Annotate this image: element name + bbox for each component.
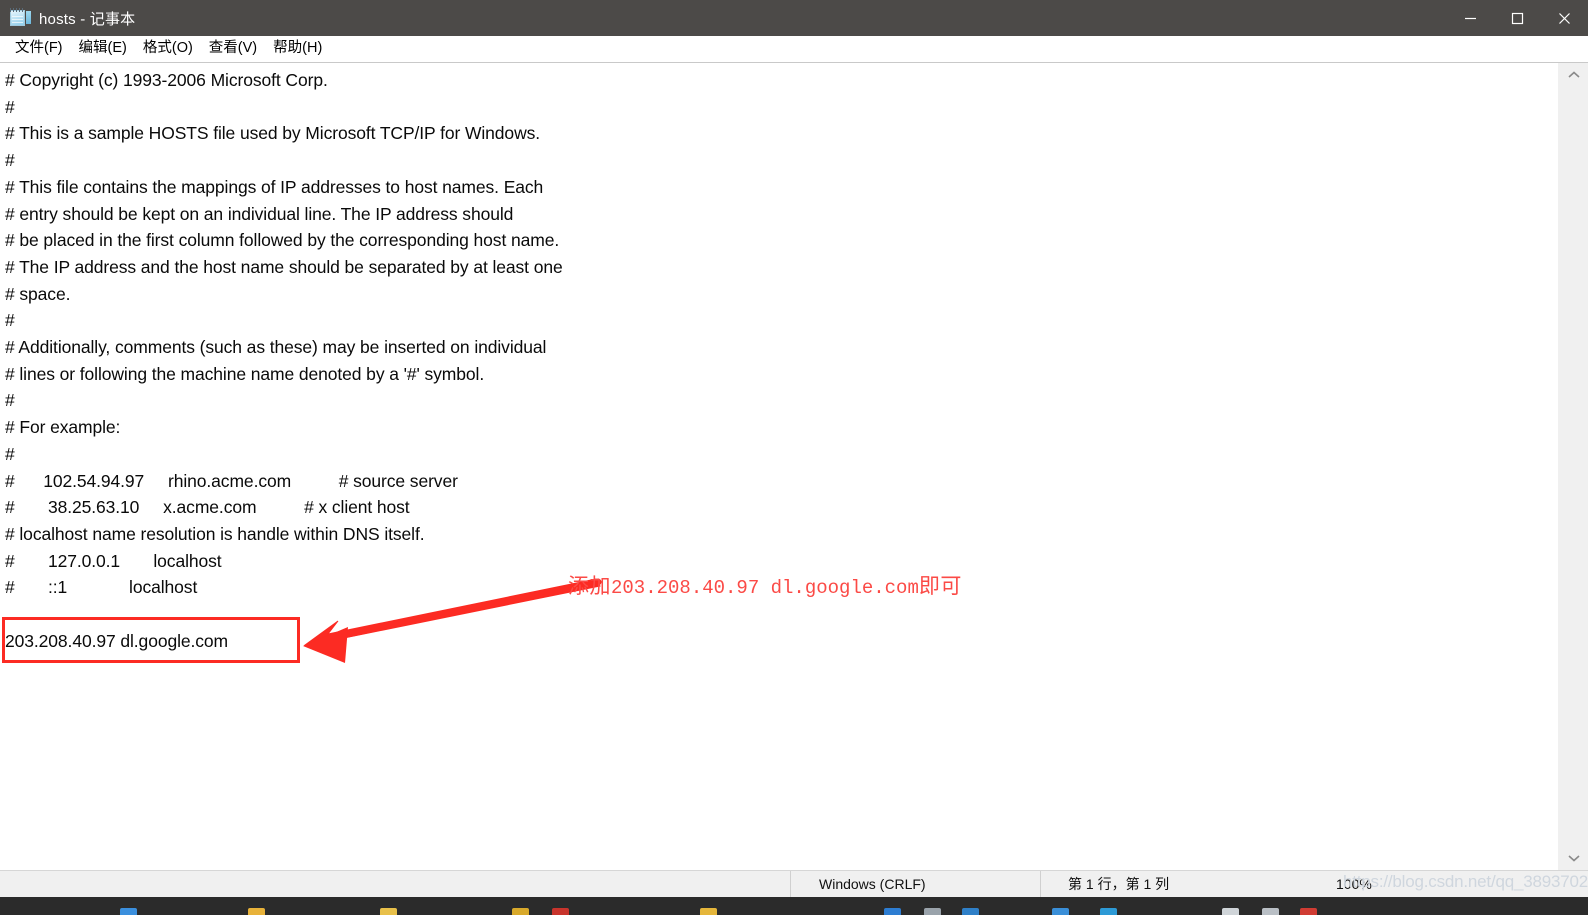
text-line: # be placed in the first column followed… <box>5 230 560 251</box>
text-line: # <box>5 96 15 117</box>
text-line: # localhost name resolution is handle wi… <box>5 523 425 544</box>
text-line: # <box>5 390 15 411</box>
text-line: # 102.54.94.97 rhino.acme.com # source s… <box>5 470 458 491</box>
window-controls <box>1447 0 1588 36</box>
menu-bar: 文件(F) 编辑(E) 格式(O) 查看(V) 帮助(H) <box>0 36 1588 62</box>
status-zoom-level: 100% <box>1336 876 1372 892</box>
text-line-blank <box>5 601 1557 628</box>
taskbar-icon-10[interactable] <box>1052 908 1069 915</box>
taskbar-icon-9[interactable] <box>962 908 979 915</box>
menu-item-view[interactable]: 查看(V) <box>201 39 265 59</box>
window-title: hosts - 记事本 <box>39 10 136 28</box>
status-spacer <box>0 871 790 897</box>
taskbar-icon-8[interactable] <box>924 908 941 915</box>
editor-area: # Copyright (c) 1993-2006 Microsoft Corp… <box>0 62 1588 870</box>
taskbar-icon-2[interactable] <box>248 908 265 915</box>
menu-item-help[interactable]: 帮助(H) <box>265 39 330 59</box>
text-line: # ::1 localhost <box>5 577 198 598</box>
text-line: # This is a sample HOSTS file used by Mi… <box>5 123 541 144</box>
taskbar-icon-14[interactable] <box>1300 908 1317 915</box>
menu-item-edit[interactable]: 编辑(E) <box>71 39 135 59</box>
taskbar-icon-12[interactable] <box>1222 908 1239 915</box>
notepad-icon <box>9 8 31 28</box>
taskbar-icon-3[interactable] <box>380 908 397 915</box>
taskbar-icon-4[interactable] <box>512 908 529 915</box>
text-line: # Copyright (c) 1993-2006 Microsoft Corp… <box>5 70 328 90</box>
text-line: # <box>5 443 15 464</box>
taskbar-icon-11[interactable] <box>1100 908 1117 915</box>
menu-item-format[interactable]: 格式(O) <box>135 39 201 59</box>
close-icon[interactable] <box>1541 0 1588 36</box>
taskbar <box>0 897 1588 915</box>
text-line: # <box>5 310 15 331</box>
status-line-ending: Windows (CRLF) <box>790 871 1040 897</box>
text-line: # The IP address and the host name shoul… <box>5 256 563 277</box>
text-line: # This file contains the mappings of IP … <box>5 176 544 197</box>
chevron-up-icon[interactable] <box>1558 63 1588 87</box>
taskbar-icon-7[interactable] <box>884 908 901 915</box>
status-cursor-position: 第 1 行，第 1 列 <box>1040 871 1318 897</box>
text-line: # space. <box>5 283 71 304</box>
text-line: # For example: <box>5 417 121 438</box>
taskbar-icon-6[interactable] <box>700 908 717 915</box>
text-line: # <box>5 150 15 171</box>
chevron-down-icon[interactable] <box>1558 846 1588 870</box>
vertical-scrollbar[interactable] <box>1557 63 1588 870</box>
text-line: # lines or following the machine name de… <box>5 363 485 384</box>
taskbar-icon-5[interactable] <box>552 908 569 915</box>
menu-item-file[interactable]: 文件(F) <box>7 39 71 59</box>
taskbar-icon-13[interactable] <box>1262 908 1279 915</box>
text-line: # entry should be kept on an individual … <box>5 203 514 224</box>
text-editor[interactable]: # Copyright (c) 1993-2006 Microsoft Corp… <box>0 63 1557 870</box>
minimize-icon[interactable] <box>1447 0 1494 36</box>
maximize-icon[interactable] <box>1494 0 1541 36</box>
text-line: # 127.0.0.1 localhost <box>5 550 222 571</box>
status-bar: Windows (CRLF) 第 1 行，第 1 列 100% <box>0 870 1588 897</box>
taskbar-icon-1[interactable] <box>120 908 137 915</box>
text-line: # 38.25.63.10 x.acme.com # x client host <box>5 497 410 518</box>
text-line: # Additionally, comments (such as these)… <box>5 337 547 358</box>
notepad-window: hosts - 记事本 文件(F) 编辑(E) 格式(O) 查看(V) 帮助(H… <box>0 0 1588 915</box>
title-bar: hosts - 记事本 <box>0 0 1588 36</box>
text-line-highlighted: 203.208.40.97 dl.google.com <box>5 630 229 651</box>
